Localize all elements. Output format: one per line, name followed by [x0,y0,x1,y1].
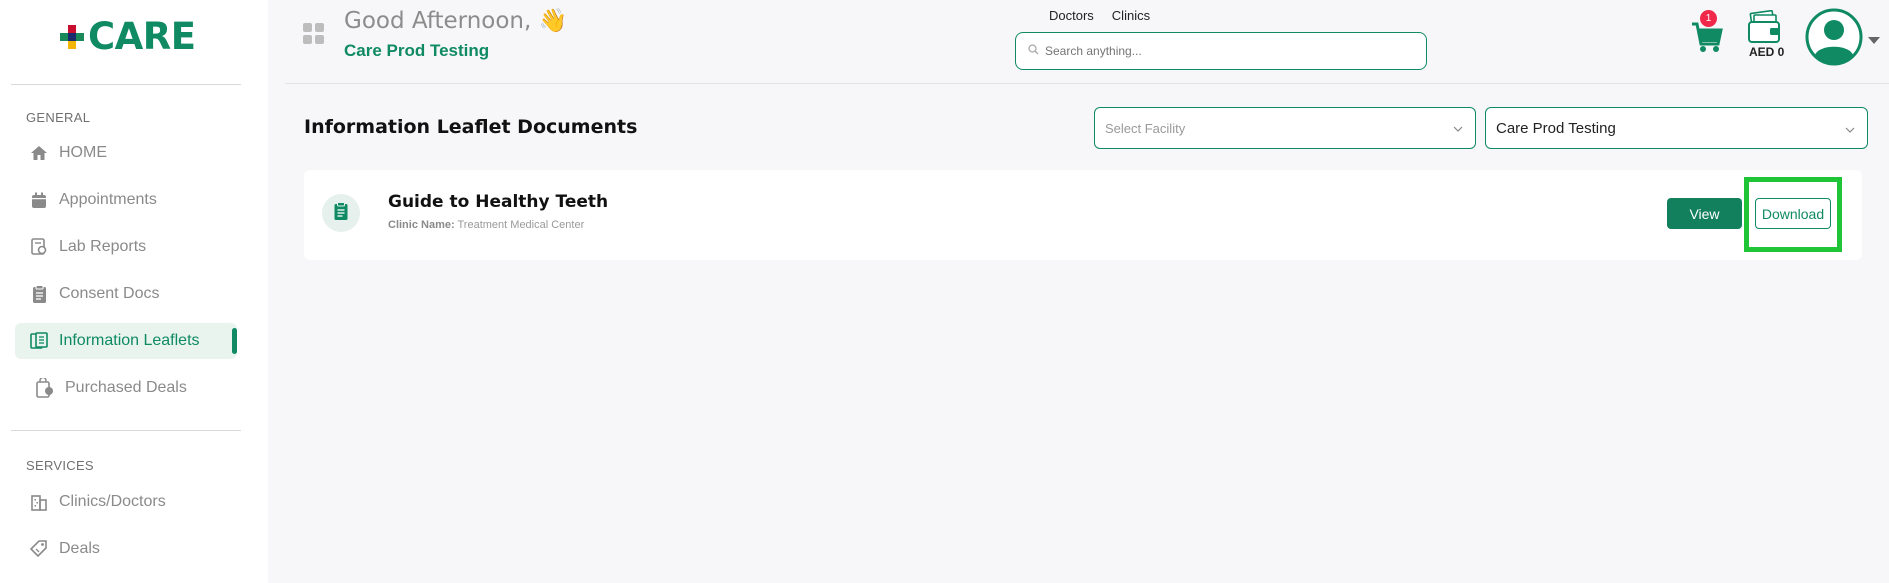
section-label-general: GENERAL [26,110,91,125]
chevron-down-icon[interactable] [1868,32,1880,50]
building-icon [29,492,49,512]
greeting-text: Good Afternoon, 👋 [344,7,567,34]
greeting-label: Good Afternoon, [344,8,532,34]
sidebar-item-label: Lab Reports [59,238,147,255]
sidebar-item-label: Purchased Deals [65,379,187,396]
lab-report-icon [29,237,49,257]
view-button[interactable]: View [1667,198,1742,229]
document-clinic: Clinic Name: Treatment Medical Center [388,219,584,231]
chevron-down-icon [1453,122,1463,137]
sidebar-item-label: Consent Docs [59,285,160,302]
clinic-name-label: Clinic Name: [388,219,455,231]
purchased-deals-icon [35,378,55,398]
search-box[interactable] [1015,32,1427,70]
clinic-name-value: Treatment Medical Center [457,219,585,231]
sidebar-divider [11,430,241,431]
clipboard-icon [334,201,348,225]
document-icon-badge [322,194,360,232]
logo-text: CARE [88,15,196,58]
wallet-icon[interactable] [1748,9,1780,44]
sidebar: CARE GENERAL HOME Appointments Lab Repor… [0,0,268,583]
clinic-select[interactable]: Care Prod Testing [1485,107,1868,149]
facility-select-placeholder: Select Facility [1105,120,1186,136]
clinic-select-value: Care Prod Testing [1496,119,1616,137]
sidebar-divider [11,84,241,85]
wallet-amount: AED 0 [1749,45,1785,59]
sidebar-item-consent-docs[interactable]: Consent Docs [15,276,237,312]
sidebar-item-purchased-deals[interactable]: Purchased Deals [15,370,237,406]
search-input[interactable] [1045,44,1405,58]
logo-cross-icon [58,23,86,51]
avatar[interactable] [1805,8,1863,66]
clipboard-icon [29,284,49,304]
wave-icon: 👋 [538,8,568,34]
document-title: Guide to Healthy Teeth [388,192,609,212]
search-icon [1028,42,1039,60]
app-logo[interactable]: CARE [58,18,196,55]
calendar-icon [29,190,49,210]
tag-icon [29,539,49,559]
document-card: Guide to Healthy Teeth Clinic Name: Trea… [304,170,1862,260]
download-button[interactable]: Download [1755,198,1831,229]
facility-select[interactable]: Select Facility [1094,107,1476,149]
sidebar-item-home[interactable]: HOME [15,135,237,171]
user-name: Care Prod Testing [344,41,490,60]
section-label-services: SERVICES [26,458,94,473]
tab-clinics[interactable]: Clinics [1112,8,1150,23]
sidebar-item-information-leaflets[interactable]: Information Leaflets [15,323,237,359]
sidebar-item-lab-reports[interactable]: Lab Reports [15,229,237,265]
search-tabs: Doctors Clinics [1049,8,1150,23]
grid-menu-icon[interactable] [303,23,325,45]
sidebar-item-label: Deals [59,540,100,557]
chevron-down-icon [1845,122,1855,139]
sidebar-item-label: HOME [59,144,107,161]
sidebar-item-label: Clinics/Doctors [59,493,166,510]
cart-count-badge: 1 [1700,10,1717,27]
leaflet-icon [29,331,49,351]
sidebar-item-clinics-doctors[interactable]: Clinics/Doctors [15,484,237,520]
sidebar-item-deals[interactable]: Deals [15,531,237,567]
page-title: Information Leaflet Documents [304,116,638,138]
tab-doctors[interactable]: Doctors [1049,8,1094,23]
sidebar-item-appointments[interactable]: Appointments [15,182,237,218]
home-icon [29,143,49,163]
sidebar-item-label: Appointments [59,191,157,208]
sidebar-item-label: Information Leaflets [59,332,200,349]
